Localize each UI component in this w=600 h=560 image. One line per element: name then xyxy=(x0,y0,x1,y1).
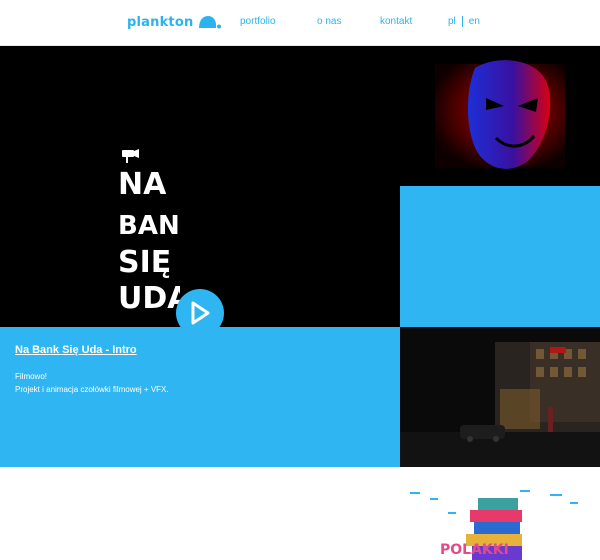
nav-link-about[interactable]: o nas xyxy=(317,16,341,27)
project-description: Filmowo! Projekt i animacja czołówki fil… xyxy=(15,370,169,396)
title-art-line: NA xyxy=(118,167,167,202)
lang-en[interactable]: en xyxy=(469,16,480,27)
lang-divider xyxy=(461,16,463,27)
books-image: POLAKKI xyxy=(400,488,600,560)
logo-text: plankton xyxy=(127,14,194,30)
books-art-text: POLAKKI xyxy=(440,542,509,558)
project-desc-line: Projekt i animacja czołówki filmowej + V… xyxy=(15,385,169,394)
camera-icon xyxy=(122,149,139,163)
portfolio-thumb-mask[interactable] xyxy=(400,46,600,186)
portfolio-thumb-street[interactable] xyxy=(400,327,600,467)
project-title-link[interactable]: Na Bank Się Uda - Intro xyxy=(15,344,137,356)
lang-pl[interactable]: pl xyxy=(448,16,456,27)
title-art-line: BANK xyxy=(118,211,180,241)
accent-tile xyxy=(400,186,600,327)
logo-link[interactable]: plankton xyxy=(127,14,222,30)
nav-link-contact[interactable]: kontakt xyxy=(380,16,412,27)
play-icon xyxy=(191,301,210,325)
nav-link-portfolio[interactable]: portfolio xyxy=(240,16,276,27)
title-art-line: UDA xyxy=(118,281,180,316)
project-info: Na Bank Się Uda - Intro Filmowo! Projekt… xyxy=(0,327,400,467)
title-art-line: SIĘ xyxy=(118,245,171,280)
hero-video[interactable]: NA BANK SIĘ UDA xyxy=(0,46,400,337)
street-image xyxy=(400,327,600,467)
portfolio-thumb-books[interactable]: POLAKKI xyxy=(400,488,600,560)
top-nav: plankton portfolio o nas kontakt pl en xyxy=(0,0,600,46)
plankton-logo-icon xyxy=(199,16,222,29)
mask-image xyxy=(400,46,600,186)
title-artwork: NA BANK SIĘ UDA xyxy=(118,149,180,316)
project-desc-line: Filmowo! xyxy=(15,372,48,381)
language-switcher: pl en xyxy=(448,16,480,27)
